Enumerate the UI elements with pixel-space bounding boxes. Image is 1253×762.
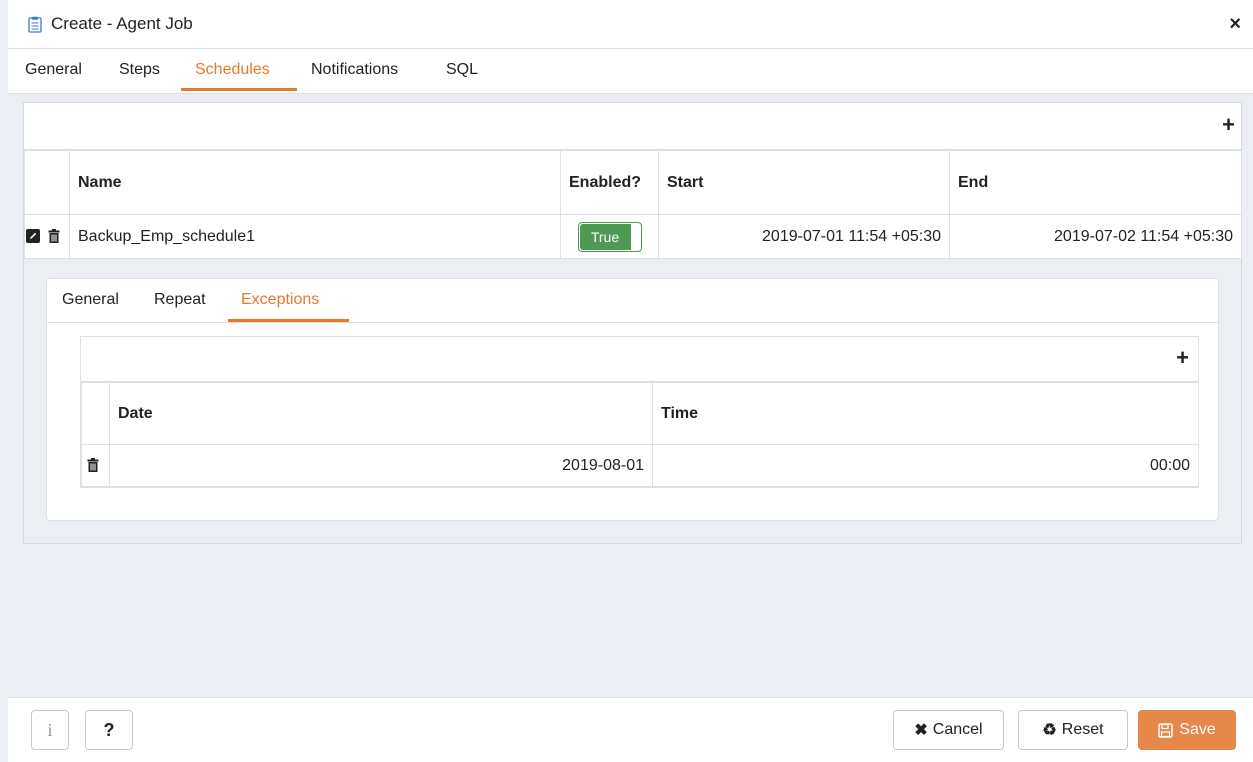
tab-steps[interactable]: Steps: [119, 61, 160, 79]
column-header-start: Start: [658, 150, 950, 215]
cancel-button[interactable]: ✖ Cancel: [893, 710, 1004, 750]
dialog-titlebar: Create - Agent Job ×: [8, 0, 1253, 49]
exceptions-panel: + Date Time 2019-08-01 00:00: [80, 336, 1199, 488]
schedules-panel: + Name Enabled? Start End Backup_Emp_sch…: [23, 102, 1242, 544]
enabled-toggle[interactable]: True: [577, 221, 642, 252]
add-schedule-icon[interactable]: +: [1222, 112, 1235, 138]
exceptions-header-actions: [81, 382, 110, 445]
help-button[interactable]: ?: [85, 710, 133, 750]
dialog-footer: i ? ✖ Cancel ♻ Reset Save: [8, 697, 1253, 762]
tab-sql[interactable]: SQL: [446, 61, 478, 79]
active-subtab-indicator: [228, 319, 349, 322]
cancel-label: Cancel: [932, 721, 983, 738]
subtab-repeat[interactable]: Repeat: [154, 291, 206, 309]
tab-notifications[interactable]: Notifications: [311, 61, 398, 79]
schedule-name-cell[interactable]: Backup_Emp_schedule1: [69, 214, 561, 259]
reset-label: Reset: [1061, 721, 1104, 738]
clipboard-icon: [28, 16, 42, 33]
column-header-time: Time: [652, 382, 1199, 445]
info-button[interactable]: i: [31, 710, 69, 750]
dialog-title: Create - Agent Job: [51, 14, 193, 33]
save-label: Save: [1179, 721, 1216, 738]
table-row: Backup_Emp_schedule1 True 2019-07-01 11:…: [24, 214, 1242, 259]
tab-general[interactable]: General: [25, 61, 82, 79]
schedule-detail-panel: General Repeat Exceptions + Date Time 20…: [46, 278, 1219, 521]
column-header-date: Date: [109, 382, 653, 445]
subtab-exceptions[interactable]: Exceptions: [241, 291, 319, 309]
exception-time-cell[interactable]: 00:00: [652, 444, 1199, 487]
trash-icon[interactable]: [87, 458, 99, 473]
agent-job-dialog: Create - Agent Job × General Steps Sched…: [8, 0, 1253, 762]
info-icon: i: [47, 719, 53, 740]
save-button[interactable]: Save: [1138, 710, 1236, 750]
active-tab-indicator: [181, 88, 297, 91]
row-actions: [24, 214, 70, 259]
exception-date-cell[interactable]: 2019-08-01: [109, 444, 653, 487]
table-row: 2019-08-01 00:00: [81, 444, 1199, 487]
reset-button[interactable]: ♻ Reset: [1018, 710, 1128, 750]
save-icon: [1158, 722, 1174, 738]
tab-schedules[interactable]: Schedules: [195, 61, 270, 79]
column-header-end: End: [949, 150, 1242, 215]
column-header-name: Name: [69, 150, 561, 215]
subtab-general[interactable]: General: [62, 291, 119, 309]
schedules-table: Name Enabled? Start End Backup_Emp_sched…: [24, 150, 1242, 259]
schedule-enabled-cell: True: [560, 214, 659, 259]
schedule-detail-tabs: General Repeat Exceptions: [47, 279, 1218, 323]
column-header-enabled: Enabled?: [560, 150, 659, 215]
header-actions: [24, 150, 70, 215]
exceptions-header-row: Date Time: [81, 382, 1199, 445]
trash-icon[interactable]: [48, 229, 60, 244]
schedule-start-cell[interactable]: 2019-07-01 11:54 +05:30: [658, 214, 950, 259]
exceptions-table: Date Time 2019-08-01 00:00: [81, 382, 1199, 487]
recycle-icon: ♻: [1042, 722, 1057, 739]
schedules-header-row: Name Enabled? Start End: [24, 150, 1242, 215]
exception-row-actions: [81, 444, 110, 487]
schedule-end-cell[interactable]: 2019-07-02 11:54 +05:30: [949, 214, 1242, 259]
exceptions-toolbar: +: [81, 337, 1198, 382]
edit-icon[interactable]: [26, 229, 40, 244]
toggle-label: True: [579, 223, 631, 250]
close-icon[interactable]: ×: [1229, 13, 1241, 36]
close-icon: ✖: [914, 722, 928, 739]
add-exception-icon[interactable]: +: [1176, 345, 1189, 371]
dialog-tabs: General Steps Schedules Notifications SQ…: [8, 49, 1253, 94]
schedules-toolbar: +: [24, 103, 1241, 150]
help-icon: ?: [103, 719, 115, 740]
